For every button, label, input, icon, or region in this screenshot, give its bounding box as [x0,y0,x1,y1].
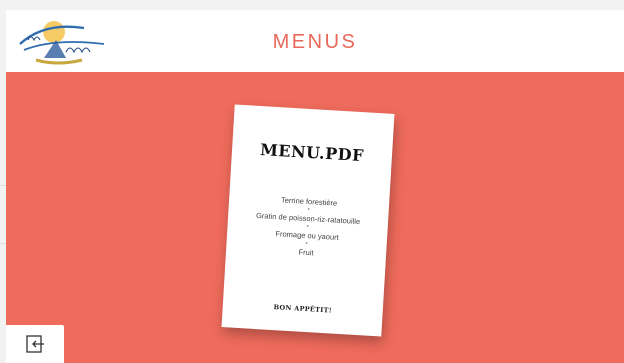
login-button[interactable] [6,325,64,363]
menu-items: Terrine forestière • Gratin de poisson-r… [226,192,389,262]
header: MENUS [6,10,624,72]
hero-section: MENU.PDF Terrine forestière • Gratin de … [6,72,624,363]
page-frame: MENUS MENU.PDF Terrine forestière • Grat… [6,10,624,363]
sign-in-icon [26,335,44,353]
page-title: MENUS [272,31,358,53]
menu-footer: BON APPÉTIT! [273,303,333,315]
menu-pdf-card[interactable]: MENU.PDF Terrine forestière • Gratin de … [221,104,395,337]
menu-title: MENU.PDF [259,140,365,166]
